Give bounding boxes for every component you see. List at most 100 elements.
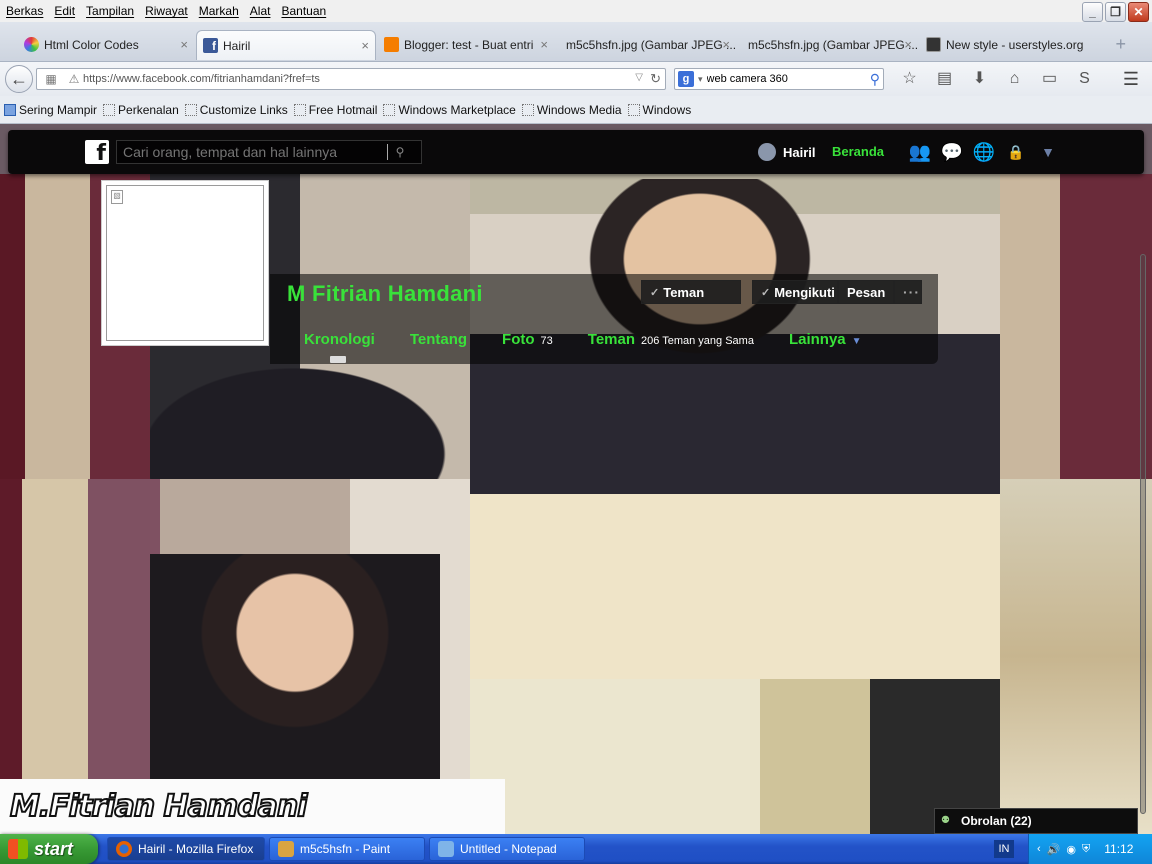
bookmark-free-hotmail[interactable]: Free Hotmail bbox=[293, 103, 377, 117]
menu-markah[interactable]: Markah bbox=[199, 4, 239, 18]
security-icon[interactable]: ⛨ bbox=[1082, 843, 1090, 856]
bookmark-windows-media[interactable]: Windows Media bbox=[521, 102, 622, 117]
restore-button[interactable]: ❐ bbox=[1105, 2, 1126, 22]
chat-bar[interactable]: ⚉ Obrolan (22) bbox=[934, 808, 1138, 834]
system-tray: ‹ 🔊 ◉ ⛨ 11:12 bbox=[1028, 834, 1152, 864]
tab-label: Teman bbox=[587, 331, 636, 348]
notifications-globe-icon[interactable]: 🌐 bbox=[972, 140, 996, 164]
bookmark-windows-marketplace[interactable]: Windows Marketplace bbox=[383, 103, 516, 117]
volume-icon[interactable]: 🔊 bbox=[1047, 843, 1061, 856]
toolbar-icons: ☆ ▤ ⬇ ⌂ ▭ S bbox=[892, 68, 1102, 90]
background-photo bbox=[1000, 174, 1152, 479]
tab-teman[interactable]: Teman 206 Teman yang Sama bbox=[588, 331, 754, 348]
bookmark-sering-mampir[interactable]: Sering Mampir bbox=[4, 103, 97, 117]
facebook-logo[interactable]: f bbox=[85, 140, 109, 166]
search-bar[interactable]: g ▾ ⚲ bbox=[674, 68, 884, 90]
tab-close-icon[interactable]: × bbox=[722, 37, 730, 52]
more-options-button[interactable]: ··· bbox=[894, 280, 922, 304]
menu-berkas[interactable]: Berkas bbox=[6, 4, 43, 18]
google-icon[interactable]: g bbox=[678, 71, 694, 87]
search-icon[interactable]: ⚲ bbox=[870, 71, 880, 88]
search-input[interactable] bbox=[706, 73, 857, 85]
bookmark-perkenalan[interactable]: Perkenalan bbox=[103, 103, 179, 117]
home-icon[interactable]: ⌂ bbox=[997, 68, 1032, 90]
user-profile-link[interactable]: Hairil bbox=[758, 143, 816, 161]
tab-label: Kronologi bbox=[304, 331, 375, 348]
network-icon[interactable]: ◉ bbox=[1066, 843, 1076, 856]
window-icon[interactable]: ▭ bbox=[1032, 68, 1067, 90]
new-tab-button[interactable]: + bbox=[1115, 34, 1126, 55]
reload-icon[interactable]: ↻ bbox=[650, 71, 661, 87]
chevron-down-icon[interactable]: ▼ bbox=[1036, 140, 1060, 164]
language-indicator[interactable]: IN bbox=[994, 840, 1014, 858]
messages-icon[interactable]: 💬 bbox=[940, 140, 964, 164]
menu-edit[interactable]: Edit bbox=[54, 4, 75, 18]
privacy-lock-icon[interactable]: 🔒 bbox=[1004, 140, 1028, 164]
tab-tentang[interactable]: Tentang bbox=[410, 331, 467, 348]
message-button[interactable]: Pesan bbox=[838, 280, 894, 304]
menu-alat[interactable]: Alat bbox=[250, 4, 271, 18]
tab-foto[interactable]: Foto 73 bbox=[502, 331, 553, 348]
home-link[interactable]: Beranda bbox=[832, 144, 884, 159]
taskbar-paint[interactable]: m5c5hsfn - Paint bbox=[269, 837, 425, 861]
facebook-search[interactable]: ⚲ bbox=[116, 140, 422, 164]
stylish-icon[interactable]: S bbox=[1067, 68, 1102, 90]
mutual-friends-count: 206 Teman yang Sama bbox=[641, 335, 754, 347]
facebook-search-input[interactable] bbox=[117, 144, 387, 160]
start-button[interactable]: start bbox=[0, 834, 98, 864]
bookmark-star-icon[interactable]: ☆ bbox=[892, 68, 927, 90]
tab-close-icon[interactable]: × bbox=[540, 37, 548, 52]
tab-hairil[interactable]: f Hairil × bbox=[196, 30, 376, 60]
tab-close-icon[interactable]: × bbox=[904, 37, 912, 52]
minimize-button[interactable]: _ bbox=[1082, 2, 1103, 22]
menu-bantuan[interactable]: Bantuan bbox=[281, 4, 326, 18]
taskbar-window-label: m5c5hsfn - Paint bbox=[300, 842, 391, 856]
friend-requests-icon[interactable]: 👥 bbox=[908, 140, 932, 164]
chevron-down-icon[interactable]: ▾ bbox=[698, 74, 703, 85]
close-button[interactable]: ✕ bbox=[1128, 2, 1149, 22]
bookmark-windows[interactable]: Windows bbox=[627, 103, 691, 117]
tab-lainnya[interactable]: Lainnya ▼ bbox=[789, 331, 862, 348]
tab-kronologi[interactable]: Kronologi bbox=[304, 331, 375, 348]
windows-logo-icon bbox=[8, 839, 28, 859]
tab-image-2[interactable]: m5c5hsfn.jpg (Gambar JPEG ... × bbox=[738, 30, 918, 60]
scrollbar-thumb[interactable] bbox=[1140, 254, 1146, 814]
follow-button[interactable]: ✓ Mengikuti bbox=[752, 280, 838, 304]
taskbar-firefox[interactable]: Hairil - Mozilla Firefox bbox=[107, 837, 265, 861]
chat-status-icon: ⚉ bbox=[941, 815, 950, 826]
tab-image-1[interactable]: m5c5hsfn.jpg (Gambar JPEG ... × bbox=[556, 30, 736, 60]
menu-icon[interactable]: ☰ bbox=[1120, 68, 1142, 90]
taskbar-notepad[interactable]: Untitled - Notepad bbox=[429, 837, 585, 861]
tab-userstyles[interactable]: New style - userstyles.org bbox=[920, 30, 1096, 60]
bookmark-page-icon bbox=[383, 103, 396, 116]
chevron-left-icon[interactable]: ‹ bbox=[1037, 843, 1041, 855]
facebook-jewels: 👥 💬 🌐 🔒 ▼ bbox=[908, 140, 1060, 164]
menu-tampilan[interactable]: Tampilan bbox=[86, 4, 134, 18]
profile-picture[interactable]: ▧ bbox=[101, 180, 269, 346]
search-icon[interactable]: ⚲ bbox=[388, 145, 412, 159]
start-label: start bbox=[34, 838, 74, 859]
menu-riwayat[interactable]: Riwayat bbox=[145, 4, 188, 18]
url-input[interactable] bbox=[83, 73, 623, 85]
window-controls: _ ❐ ✕ bbox=[1082, 2, 1149, 22]
tab-close-icon[interactable]: × bbox=[361, 38, 369, 53]
profile-name[interactable]: M Fitrian Hamdani bbox=[287, 281, 483, 307]
download-icon[interactable]: ⬇ bbox=[962, 68, 997, 90]
page-scrollbar[interactable] bbox=[1140, 254, 1148, 814]
bookmarks-list-icon[interactable]: ▤ bbox=[927, 68, 962, 90]
background-photo bbox=[470, 679, 1000, 834]
chevron-down-icon: ▼ bbox=[851, 336, 862, 347]
tab-html-color-codes[interactable]: Html Color Codes × bbox=[18, 30, 194, 60]
tab-close-icon[interactable]: × bbox=[180, 37, 188, 52]
tab-blogger[interactable]: Blogger: test - Buat entri × bbox=[378, 30, 554, 60]
bookmark-label: Windows Media bbox=[536, 102, 622, 117]
history-dropdown-icon[interactable]: ▽ bbox=[635, 72, 643, 83]
friend-button[interactable]: ✓ Teman bbox=[641, 280, 741, 304]
tab-label: Tentang bbox=[409, 331, 468, 348]
bookmark-customize-links[interactable]: Customize Links bbox=[184, 103, 288, 117]
bookmark-page-icon bbox=[627, 103, 640, 116]
url-bar[interactable]: ▦ ⚠ ▽ ↻ bbox=[36, 68, 666, 90]
chat-label: Obrolan (22) bbox=[961, 814, 1032, 828]
taskbar-window-label: Untitled - Notepad bbox=[460, 842, 557, 856]
back-button[interactable]: ← bbox=[5, 65, 33, 93]
